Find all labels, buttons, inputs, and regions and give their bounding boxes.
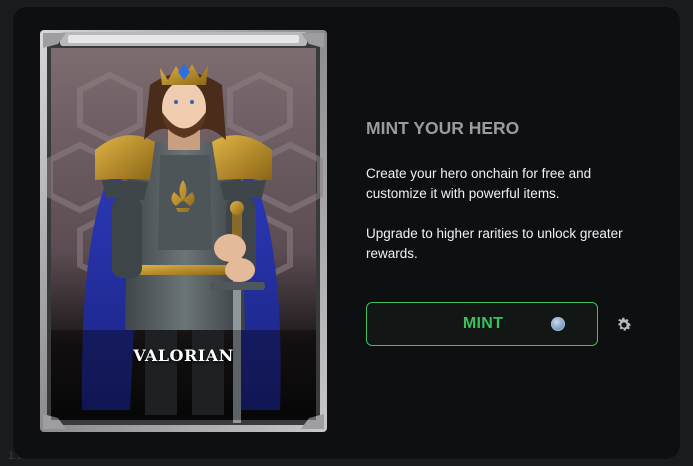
coin-icon [551, 317, 565, 331]
gear-icon[interactable] [615, 316, 633, 334]
hero-card-art [40, 30, 327, 432]
panel-title: MINT YOUR HERO [366, 118, 520, 138]
panel-description-2: Upgrade to higher rarities to unlock gre… [366, 226, 623, 261]
hero-card: VALORIAN [40, 30, 327, 432]
mint-button[interactable]: MINT [366, 302, 598, 346]
mint-info-panel: MINT YOUR HERO Create your hero onchain … [366, 118, 646, 264]
panel-description-1: Create your hero onchain for free and cu… [366, 166, 592, 201]
hero-name: VALORIAN [133, 346, 234, 365]
